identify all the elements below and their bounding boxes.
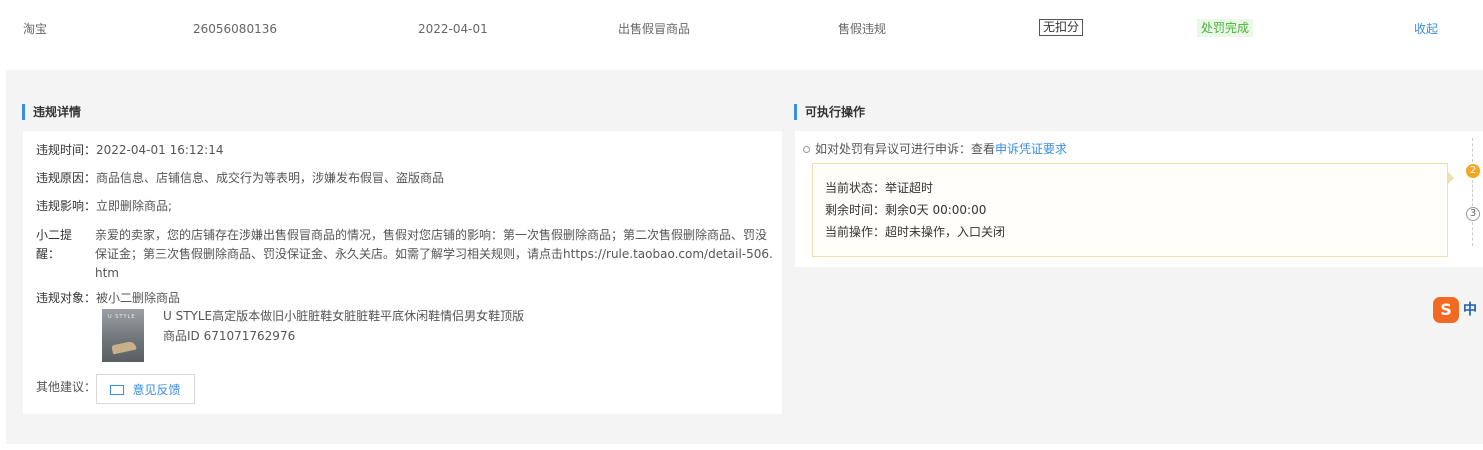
violation-type-cell: 出售假冒商品 [618,22,691,36]
violation-impact-value: 立即删除商品; [96,199,173,213]
date-cell: 2022-04-01 [418,22,488,36]
operations-title: 可执行操作 [794,104,865,120]
product-thumbnail[interactable]: U STYLE [102,309,144,362]
appeal-row: 如对处罚有异议可进行申诉：查看申诉凭证要求 [815,140,1067,158]
appeal-text: 如对处罚有异议可进行申诉：查看 [815,142,996,156]
violation-impact-label: 违规影响： [36,199,97,213]
step-connector-top [1472,138,1473,162]
feedback-button-label: 意见反馈 [132,383,181,397]
violation-reason-row: 违规原因：商品信息、店铺信息、成交行为等表明，涉嫌发布假冒、盗版商品 [36,169,444,187]
product-name-link[interactable]: U STYLE高定版本做旧小脏脏鞋女脏脏鞋平底休闲鞋情侣男女鞋顶版 [163,307,524,325]
reminder-text: 亲爱的卖家，您的店铺存在涉嫌出售假冒商品的情况，售假对您店铺的影响：第一次售假删… [95,228,773,280]
feedback-button[interactable]: 意见反馈 [96,374,195,404]
bullet-icon [803,146,810,153]
product-id: 商品ID 671071762976 [163,329,296,343]
platform-cell: 淘宝 [23,22,48,36]
reminder-row: 小二提醒： 亲爱的卖家，您的店铺存在涉嫌出售假冒商品的情况，售假对您店铺的影响：… [36,226,776,283]
step-connector-mid [1472,180,1473,206]
violation-time-row: 违规时间：2022-04-01 16:12:14 [36,141,223,159]
current-operation: 当前操作：超时未操作，入口关闭 [825,225,1006,239]
violation-summary-row: 淘宝 26056080136 2022-04-01 出售假冒商品 售假违规 无扣… [0,0,1483,58]
violation-object-label: 违规对象： [36,291,97,305]
violation-time-value: 2022-04-01 16:12:14 [96,143,224,157]
appeal-requirements-link[interactable]: 申诉凭证要求 [995,142,1067,156]
ime-language: 中 [1463,302,1477,318]
deduction-badge: 无扣分 [1039,19,1084,36]
appeal-status-box: 当前状态：举证超时 剩余时间：剩余0天 00:00:00 当前操作：超时未操作，… [812,163,1454,257]
violation-details-panel: 违规时间：2022-04-01 16:12:14 违规原因：商品信息、店铺信息、… [23,131,782,414]
product-thumbnail-brand: U STYLE [108,314,136,320]
violation-reason-value: 商品信息、店铺信息、成交行为等表明，涉嫌发布假冒、盗版商品 [96,171,445,185]
violation-object-row: 违规对象：被小二删除商品 [36,289,180,307]
envelope-icon [110,385,125,395]
sogou-logo-icon: S [1433,297,1459,323]
violation-details-title: 违规详情 [22,104,81,120]
ime-indicator[interactable]: S 中 [1433,297,1483,323]
status-badge: 处罚完成 [1197,19,1254,37]
collapse-link[interactable]: 收起 [1414,21,1438,37]
step-2-indicator: 2 [1466,164,1480,178]
violation-time-label: 违规时间： [36,143,97,157]
record-id-cell: 26056080136 [193,22,277,36]
violation-reason-label: 违规原因： [36,171,97,185]
suggest-label: 其他建议： [36,380,97,394]
remaining-time: 剩余时间：剩余0天 00:00:00 [825,203,987,217]
step-3-indicator: 3 [1466,207,1480,221]
violation-object-value: 被小二删除商品 [96,291,181,305]
current-status: 当前状态：举证超时 [825,181,934,195]
reminder-label: 小二提醒： [36,228,73,261]
step-connector-bottom [1472,222,1473,246]
violation-impact-row: 违规影响：立即删除商品; [36,197,172,215]
category-cell: 售假违规 [838,22,887,36]
shoe-image [111,340,137,355]
